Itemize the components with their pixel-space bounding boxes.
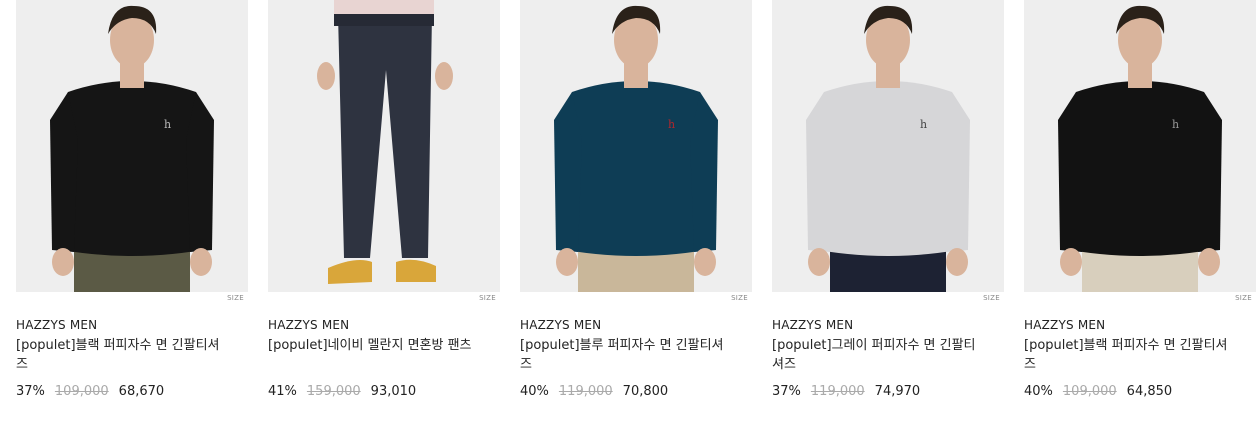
model-illustration: h [806,5,970,292]
hand [1060,248,1082,276]
puppy-logo-icon: h [164,118,171,131]
price-row: 37% 109,000 68,670 [16,384,164,399]
sale-price: 64,850 [1126,384,1173,399]
product-brand: HAZZYS MEN [520,318,602,332]
hand [317,62,335,90]
pants [338,14,432,258]
model-illustration: h [1058,5,1222,292]
sale-price: 74,970 [874,384,921,399]
product-card[interactable]: h SIZE HAZZYS MEN [populet]블랙 퍼피자수 면 긴팔티… [16,0,248,427]
puppy-logo-icon: h [920,118,927,131]
price-row: 40% 109,000 64,850 [1024,384,1172,399]
shirt-body [566,81,706,256]
hand [435,62,453,90]
hand [946,248,968,276]
sale-price: 70,800 [622,384,669,399]
shirt-hem [334,0,434,16]
discount-rate: 40% [520,384,549,399]
puppy-logo-icon: h [1172,118,1179,131]
product-name[interactable]: [populet]블랙 퍼피자수 면 긴팔티셔즈 [1024,336,1234,374]
product-card[interactable]: h SIZE HAZZYS MEN [populet]블랙 퍼피자수 면 긴팔티… [1024,0,1256,427]
product-image[interactable]: h [520,0,752,292]
discount-rate: 37% [16,384,45,399]
product-name[interactable]: [populet]네이비 멜란지 면혼방 팬츠 [268,336,478,355]
discount-rate: 37% [772,384,801,399]
product-image[interactable]: h [16,0,248,292]
size-button[interactable]: SIZE [227,294,244,302]
original-price: 119,000 [558,384,613,399]
product-card[interactable]: h SIZE HAZZYS MEN [populet]블루 퍼피자수 면 긴팔티… [520,0,752,427]
product-image[interactable]: h [1024,0,1256,292]
model-illustration [317,0,453,284]
original-price: 159,000 [306,384,361,399]
shirt-body [62,81,202,256]
product-brand: HAZZYS MEN [1024,318,1106,332]
product-name[interactable]: [populet]블랙 퍼피자수 면 긴팔티셔즈 [16,336,226,374]
model-illustration: h [554,5,718,292]
product-grid-row: h SIZE HAZZYS MEN [populet]블랙 퍼피자수 면 긴팔티… [0,0,1256,427]
product-name[interactable]: [populet]그레이 퍼피자수 면 긴팔티셔즈 [772,336,982,374]
size-button[interactable]: SIZE [731,294,748,302]
price-row: 37% 119,000 74,970 [772,384,920,399]
original-price: 119,000 [810,384,865,399]
price-row: 41% 159,000 93,010 [268,384,416,399]
hand [556,248,578,276]
hand [694,248,716,276]
hand [808,248,830,276]
discount-rate: 40% [1024,384,1053,399]
product-card[interactable]: SIZE HAZZYS MEN [populet]네이비 멜란지 면혼방 팬츠 … [268,0,500,427]
original-price: 109,000 [54,384,109,399]
model-illustration: h [50,5,214,292]
product-image[interactable] [268,0,500,292]
shirt-body [1070,81,1210,256]
sneaker [328,260,372,284]
product-brand: HAZZYS MEN [268,318,350,332]
puppy-logo-icon: h [668,118,675,131]
original-price: 109,000 [1062,384,1117,399]
size-button[interactable]: SIZE [479,294,496,302]
discount-rate: 41% [268,384,297,399]
hand [190,248,212,276]
sale-price: 68,670 [118,384,165,399]
sneaker [396,259,436,282]
price-row: 40% 119,000 70,800 [520,384,668,399]
product-brand: HAZZYS MEN [16,318,98,332]
product-card[interactable]: h SIZE HAZZYS MEN [populet]그레이 퍼피자수 면 긴팔… [772,0,1004,427]
shirt-body [818,81,958,256]
hand [1198,248,1220,276]
size-button[interactable]: SIZE [1235,294,1252,302]
hand [52,248,74,276]
size-button[interactable]: SIZE [983,294,1000,302]
sale-price: 93,010 [370,384,417,399]
product-name[interactable]: [populet]블루 퍼피자수 면 긴팔티셔즈 [520,336,730,374]
product-image[interactable]: h [772,0,1004,292]
product-brand: HAZZYS MEN [772,318,854,332]
waistband [334,14,434,26]
